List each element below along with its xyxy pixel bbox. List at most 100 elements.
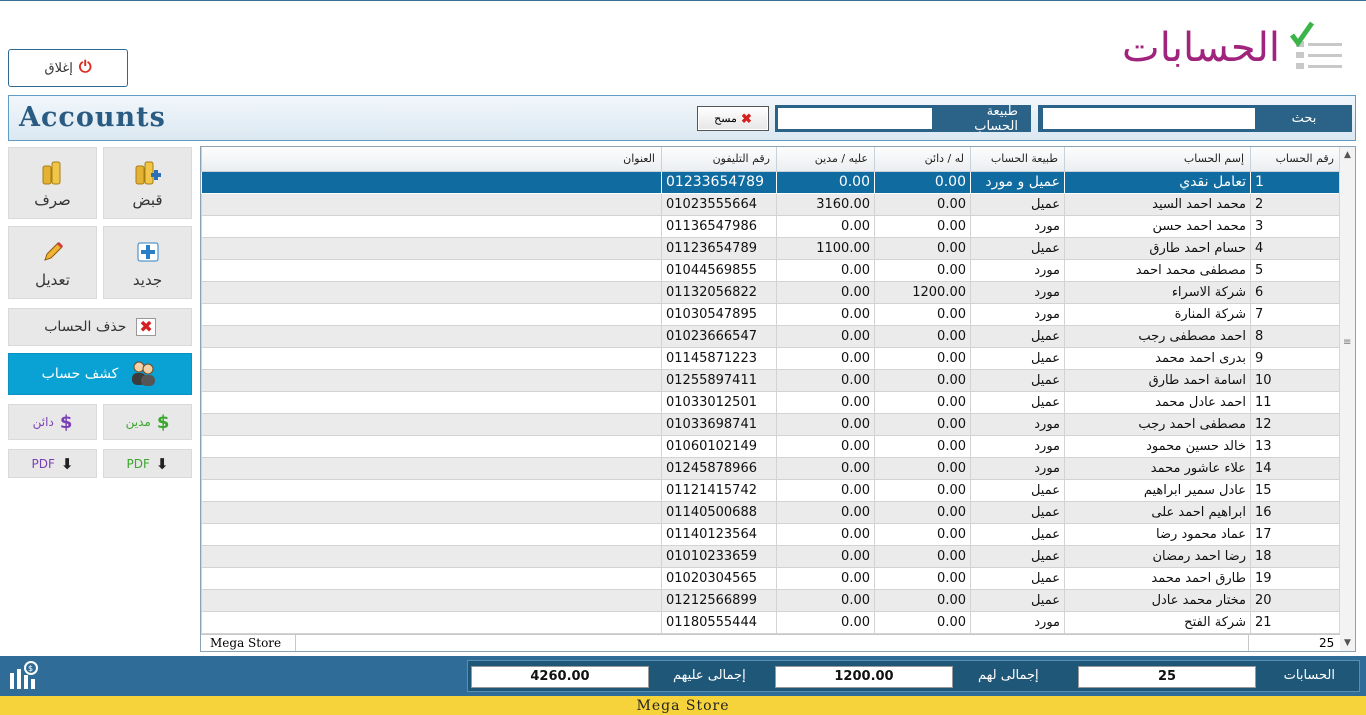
- account-statement-button[interactable]: كشف حساب: [8, 353, 192, 395]
- column-header[interactable]: العنوان: [201, 147, 662, 172]
- cell-name: عماد محمود رضا: [1064, 522, 1251, 546]
- cell-credit: 0.00: [874, 566, 971, 590]
- column-header[interactable]: له / دائن: [874, 147, 971, 172]
- column-header[interactable]: عليه / مدين: [776, 147, 875, 172]
- statement-label: كشف حساب: [41, 366, 119, 382]
- table-row[interactable]: 2 محمد احمد السيد عميل 0.00 3160.00 010235556…: [201, 192, 1341, 216]
- cell-debit: 0.00: [776, 522, 875, 546]
- cell-type: مورد: [970, 434, 1065, 458]
- power-icon: ⏻: [78, 59, 92, 76]
- cell-num: 14: [1250, 456, 1341, 480]
- delete-label: حذف الحساب: [44, 319, 127, 335]
- cell-type: عميل: [970, 588, 1065, 612]
- cell-debit: 0.00: [776, 566, 875, 590]
- cell-type: مورد: [970, 258, 1065, 282]
- cell-num: 8: [1250, 324, 1341, 348]
- table-row[interactable]: 4 حسام احمد طارق عميل 0.00 1100.00 0112365478…: [201, 236, 1341, 260]
- cell-name: محمد احمد حسن: [1064, 214, 1251, 238]
- table-row[interactable]: 10 اسامة احمد طارق عميل 0.00 0.00 01255897411: [201, 368, 1341, 392]
- cell-phone: 01123654789: [661, 236, 777, 260]
- table-row[interactable]: 12 مصطفى احمد رجب مورد 0.00 0.00 01033698741: [201, 412, 1341, 436]
- cell-debit: 0.00: [776, 456, 875, 480]
- cell-address: [201, 236, 662, 260]
- debtor-pdf-button[interactable]: ⬇ PDF: [103, 449, 192, 478]
- pay-button[interactable]: صرف: [8, 147, 97, 219]
- table-row[interactable]: 13 خالد حسين محمود مورد 0.00 0.00 01060102149: [201, 434, 1341, 458]
- cell-credit: 0.00: [874, 214, 971, 238]
- cell-credit: 0.00: [874, 302, 971, 326]
- accounts-grid[interactable]: رقم الحساب إسم الحساب طبيعة الحساب له / دائ…: [200, 146, 1356, 652]
- column-header[interactable]: رقم التليفون: [661, 147, 777, 172]
- creditor-button[interactable]: $ دائن: [8, 404, 97, 440]
- cell-name: شركة الفتح: [1064, 610, 1251, 634]
- table-row[interactable]: 9 بدرى احمد محمد عميل 0.00 0.00 01145871223: [201, 346, 1341, 370]
- delete-account-button[interactable]: ✖ حذف الحساب: [8, 308, 192, 346]
- table-row[interactable]: 3 محمد احمد حسن مورد 0.00 0.00 01136547986: [201, 214, 1341, 238]
- table-row[interactable]: 7 شركة المنارة مورد 0.00 0.00 01030547895: [201, 302, 1341, 326]
- cell-credit: 0.00: [874, 500, 971, 524]
- cell-type: عميل: [970, 390, 1065, 414]
- cell-debit: 0.00: [776, 324, 875, 348]
- close-button[interactable]: ⏻ إغلاق: [8, 49, 128, 87]
- coins-icon: [38, 157, 68, 187]
- cell-debit: 3160.00: [776, 192, 875, 216]
- column-header[interactable]: إسم الحساب: [1064, 147, 1251, 172]
- delete-icon: ✖: [136, 318, 156, 336]
- table-row[interactable]: 16 ابراهيم احمد على عميل 0.00 0.00 0114050068…: [201, 500, 1341, 524]
- cell-phone: 01023555664: [661, 192, 777, 216]
- grid-footer: Mega Store 25: [201, 634, 1340, 651]
- cell-credit: 0.00: [874, 236, 971, 260]
- cell-address: [201, 412, 662, 436]
- cell-credit: 0.00: [874, 170, 971, 194]
- cell-num: 6: [1250, 280, 1341, 304]
- total-credit-value: 1200.00: [775, 666, 953, 688]
- cell-credit: 0.00: [874, 588, 971, 612]
- cell-address: [201, 500, 662, 524]
- table-row[interactable]: 15 عادل سمير ابراهيم عميل 0.00 0.00 011214157…: [201, 478, 1341, 502]
- creditor-pdf-button[interactable]: ⬇ PDF: [8, 449, 97, 478]
- coins-add-icon: [133, 157, 163, 187]
- debtor-button[interactable]: $ مدين: [103, 404, 192, 440]
- scroll-thumb[interactable]: ≡: [1343, 337, 1351, 348]
- edit-label: تعديل: [35, 270, 70, 289]
- cell-name: عادل سمير ابراهيم: [1064, 478, 1251, 502]
- table-row[interactable]: 20 مختار محمد عادل عميل 0.00 0.00 01212566899: [201, 588, 1341, 612]
- table-row[interactable]: 5 مصطفى محمد احمد مورد 0.00 0.00 01044569855: [201, 258, 1341, 282]
- table-row[interactable]: 1 تعامل نقدي عميل و مورد 0.00 0.00 0123365478…: [201, 170, 1341, 194]
- search-label: بحث: [1291, 111, 1317, 126]
- table-row[interactable]: 19 طارق احمد محمد عميل 0.00 0.00 01020304565: [201, 566, 1341, 590]
- search-input[interactable]: [1043, 108, 1255, 129]
- table-row[interactable]: 17 عماد محمود رضا عميل 0.00 0.00 01140123564: [201, 522, 1341, 546]
- cell-num: 15: [1250, 478, 1341, 502]
- scroll-up-icon[interactable]: ▲: [1340, 147, 1355, 163]
- cell-name: احمد عادل محمد: [1064, 390, 1251, 414]
- cell-phone: 01060102149: [661, 434, 777, 458]
- new-button[interactable]: جديد: [103, 226, 192, 299]
- close-icon: ✖: [740, 110, 752, 126]
- edit-button[interactable]: تعديل: [8, 226, 97, 299]
- table-row[interactable]: 18 رضا احمد رمضان عميل 0.00 0.00 01010233659: [201, 544, 1341, 568]
- vertical-scrollbar[interactable]: ▲ ≡ ▼: [1339, 147, 1355, 651]
- cell-name: خالد حسين محمود: [1064, 434, 1251, 458]
- scroll-down-icon[interactable]: ▼: [1340, 635, 1355, 651]
- cell-type: مورد: [970, 214, 1065, 238]
- column-header[interactable]: طبيعة الحساب: [970, 147, 1065, 172]
- clear-button[interactable]: ✖ مسح: [697, 106, 769, 131]
- cell-type: عميل: [970, 324, 1065, 348]
- cell-credit: 0.00: [874, 610, 971, 634]
- cell-credit: 0.00: [874, 346, 971, 370]
- cell-name: رضا احمد رمضان: [1064, 544, 1251, 568]
- table-row[interactable]: 14 علاء عاشور محمد مورد 0.00 0.00 01245878966: [201, 456, 1341, 480]
- table-row[interactable]: 6 شركة الاسراء مورد 1200.00 0.00 01132056822: [201, 280, 1341, 304]
- cell-address: [201, 280, 662, 304]
- column-header[interactable]: رقم الحساب: [1250, 147, 1341, 172]
- table-row[interactable]: 21 شركة الفتح مورد 0.00 0.00 01180555444: [201, 610, 1341, 634]
- account-type-input[interactable]: [778, 108, 932, 129]
- cell-credit: 0.00: [874, 368, 971, 392]
- receive-button[interactable]: قبض: [103, 147, 192, 219]
- table-row[interactable]: 11 احمد عادل محمد عميل 0.00 0.00 01033012501: [201, 390, 1341, 414]
- table-row[interactable]: 8 احمد مصطفى رجب عميل 0.00 0.00 01023666547: [201, 324, 1341, 348]
- creditor-label: دائن: [32, 415, 54, 429]
- cell-name: شركة المنارة: [1064, 302, 1251, 326]
- total-credit-label: إجمالى لهم: [978, 668, 1039, 683]
